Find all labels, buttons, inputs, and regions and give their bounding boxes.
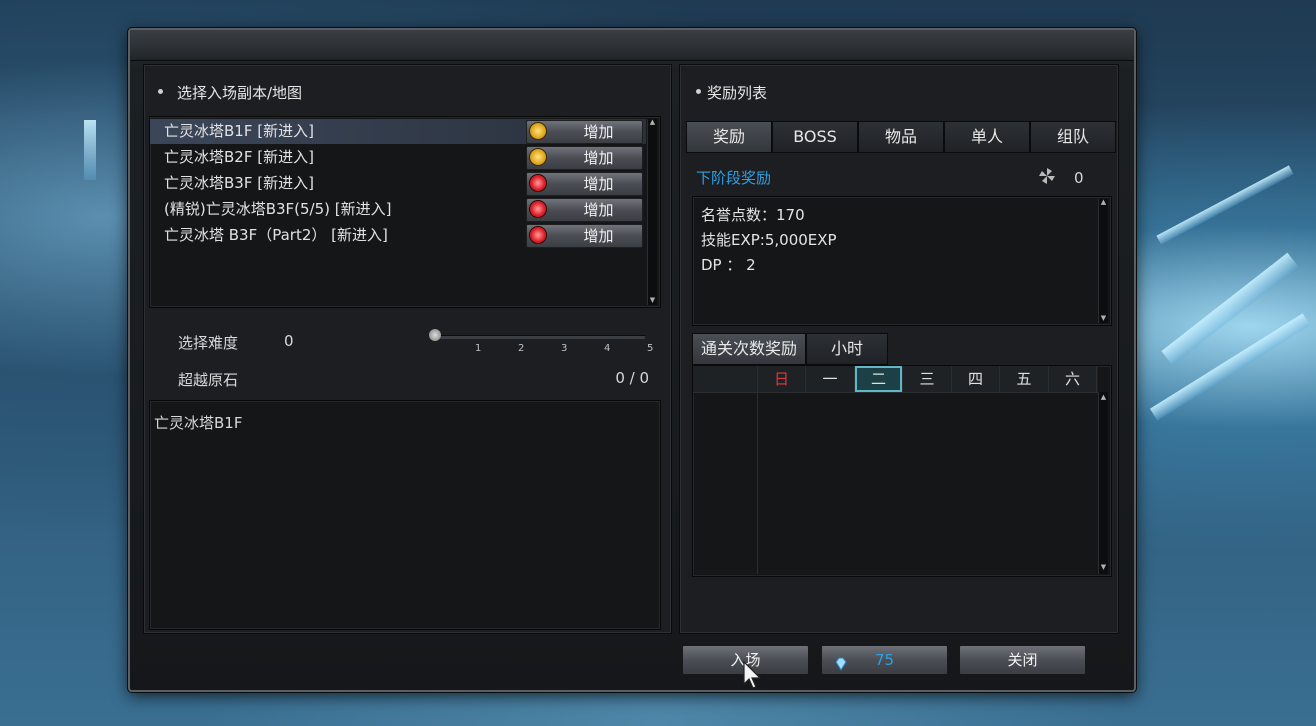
weekday-cell[interactable]: 六: [1049, 366, 1097, 392]
reward-detail-box: 名誉点数：170 技能EXP:5,000EXP DP ： 2 ▲ ▼: [692, 196, 1112, 326]
add-entry-label: 增加: [583, 175, 614, 193]
reward-tab[interactable]: 奖励: [686, 121, 772, 153]
gem-cost-button[interactable]: 75: [821, 645, 948, 675]
reward-header: 奖励列表: [696, 82, 767, 103]
bullet-icon: [696, 89, 701, 94]
scroll-down-icon[interactable]: ▼: [649, 297, 656, 304]
diamond-icon: [834, 652, 848, 671]
dungeon-select-panel: 选择入场副本/地图 亡灵冰塔B1F [新进入] 增加 亡灵冰塔B2F [新进入] 增加…: [143, 64, 672, 634]
add-entry-button[interactable]: 增加: [526, 172, 643, 196]
difficulty-label: 选择难度: [178, 334, 239, 352]
clock-icon: [530, 149, 546, 165]
dungeon-description-title: 亡灵冰塔B1F: [154, 414, 243, 432]
slider-tick-label: 4: [604, 343, 611, 354]
reward-line: DP ： 2: [701, 256, 756, 274]
add-entry-label: 增加: [583, 227, 614, 245]
weekday-cell[interactable]: 四: [952, 366, 1000, 392]
reward-tab[interactable]: 单人: [944, 121, 1030, 153]
dungeon-name: 亡灵冰塔 B3F（Part2） [新进入]: [164, 226, 388, 244]
slider-tick-label: 2: [518, 343, 525, 354]
close-button[interactable]: 关闭: [959, 645, 1086, 675]
add-entry-button[interactable]: 增加: [526, 146, 643, 170]
difficulty-value: 0: [284, 332, 294, 350]
tab-hour[interactable]: 小时: [806, 333, 888, 365]
reward-tab[interactable]: 物品: [858, 121, 944, 153]
dungeon-row[interactable]: 亡灵冰塔B2F [新进入] 增加: [150, 145, 646, 170]
alarm-icon: [530, 227, 546, 243]
slider-knob[interactable]: [429, 329, 441, 341]
dungeon-name: 亡灵冰塔B3F [新进入]: [164, 174, 314, 192]
dungeon-list-scrollbar[interactable]: ▲ ▼: [647, 119, 657, 305]
slider-tick-label: 3: [561, 343, 568, 354]
schedule-grid: 日一二三四五六 ▲ ▼: [692, 365, 1112, 577]
add-entry-button[interactable]: 增加: [526, 198, 643, 222]
mouse-cursor-icon: [742, 660, 764, 690]
dungeon-row[interactable]: (精锐)亡灵冰塔B3F(5/5) [新进入] 增加: [150, 197, 646, 222]
ice-shard-decoration: [1161, 252, 1299, 366]
scroll-up-icon[interactable]: ▲: [1100, 394, 1107, 401]
window-titlebar[interactable]: [130, 30, 1134, 61]
weekday-cell[interactable]: 三: [904, 366, 952, 392]
gem-count: 75: [874, 651, 895, 669]
pinwheel-icon: [1038, 167, 1056, 185]
add-entry-label: 增加: [583, 123, 614, 141]
difficulty-slider[interactable]: 1 2 3 4 5: [427, 327, 653, 357]
next-stage-count: 0: [1074, 169, 1084, 187]
reward-panel: 奖励列表 奖励 BOSS 物品 单人 组队 下阶段奖励 0 名誉点数：170 技能EXP:…: [679, 64, 1119, 634]
scroll-up-icon[interactable]: ▲: [1100, 199, 1107, 206]
add-entry-button[interactable]: 增加: [526, 120, 643, 144]
schedule-tabs: 通关次数奖励 小时: [692, 333, 892, 365]
weekday-cell[interactable]: 日: [758, 366, 806, 392]
reward-tab[interactable]: BOSS: [772, 121, 858, 153]
bullet-icon: [158, 89, 163, 94]
dungeon-entry-window: 选择入场副本/地图 亡灵冰塔B1F [新进入] 增加 亡灵冰塔B2F [新进入] 增加…: [128, 28, 1136, 692]
reward-tabs: 奖励 BOSS 物品 单人 组队: [686, 121, 1116, 153]
dungeon-select-header: 选择入场副本/地图: [158, 82, 302, 103]
stone-value: 0 / 0: [615, 369, 649, 387]
reward-scrollbar[interactable]: ▲ ▼: [1098, 199, 1108, 323]
stone-label: 超越原石: [178, 371, 239, 389]
scroll-down-icon[interactable]: ▼: [1100, 564, 1107, 571]
dungeon-list: 亡灵冰塔B1F [新进入] 增加 亡灵冰塔B2F [新进入] 增加 亡灵冰塔B3F [新…: [149, 116, 661, 308]
reward-line: 名誉点数：170: [701, 206, 805, 224]
clock-icon: [530, 123, 546, 139]
slider-track: [435, 335, 645, 339]
next-stage-label: 下阶段奖励: [696, 169, 772, 187]
ice-shard-decoration: [1149, 313, 1311, 421]
tab-clear-count-reward[interactable]: 通关次数奖励: [692, 333, 806, 365]
slider-tick-label: 5: [647, 343, 654, 354]
schedule-scrollbar[interactable]: ▲ ▼: [1098, 392, 1108, 574]
weekday-cell[interactable]: 一: [807, 366, 855, 392]
dungeon-description-box: 亡灵冰塔B1F: [149, 400, 661, 630]
add-entry-button[interactable]: 增加: [526, 224, 643, 248]
dungeon-row[interactable]: 亡灵冰塔B3F [新进入] 增加: [150, 171, 646, 196]
weekday-corner: [693, 366, 758, 392]
slider-tick-label: 1: [475, 343, 482, 354]
scroll-down-icon[interactable]: ▼: [1100, 315, 1107, 322]
dungeon-name: 亡灵冰塔B2F [新进入]: [164, 148, 314, 166]
dungeon-row[interactable]: 亡灵冰塔B1F [新进入] 增加: [150, 119, 646, 144]
reward-tab[interactable]: 组队: [1030, 121, 1116, 153]
weekday-cell[interactable]: 五: [1001, 366, 1049, 392]
reward-line: 技能EXP:5,000EXP: [701, 231, 837, 249]
schedule-label-column: [693, 393, 758, 574]
alarm-icon: [530, 201, 546, 217]
ice-shard-decoration: [84, 120, 96, 180]
alarm-icon: [530, 175, 546, 191]
dungeon-row[interactable]: 亡灵冰塔 B3F（Part2） [新进入] 增加: [150, 223, 646, 248]
add-entry-label: 增加: [583, 201, 614, 219]
add-entry-label: 增加: [583, 149, 614, 167]
weekday-cell[interactable]: 二: [855, 366, 903, 392]
ice-shard-decoration: [1156, 165, 1294, 245]
dungeon-name: 亡灵冰塔B1F [新进入]: [164, 122, 314, 140]
weekday-header: 日一二三四五六: [693, 366, 1098, 393]
dungeon-name: (精锐)亡灵冰塔B3F(5/5) [新进入]: [164, 200, 392, 218]
scroll-up-icon[interactable]: ▲: [649, 119, 656, 126]
